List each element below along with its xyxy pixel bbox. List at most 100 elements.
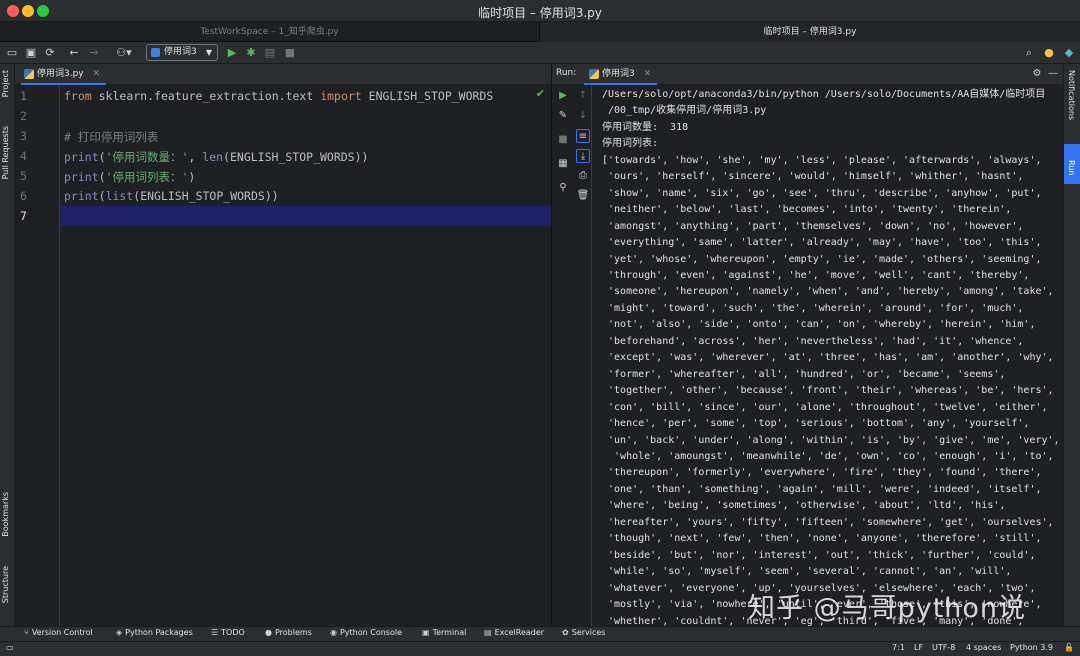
console-line: 'thereupon', 'formerly', 'everywhere', '… (602, 467, 1042, 479)
lock-icon[interactable]: 🔓 (1064, 643, 1074, 652)
wrench-icon[interactable]: ✎ (556, 109, 570, 123)
python-interpreter[interactable]: Python 3.9 (1010, 643, 1053, 652)
console-line: 停用词列表: (602, 138, 659, 150)
run-icon[interactable]: ▶ (224, 45, 240, 61)
console-line: 'con', 'bill', 'since', 'our', 'alone', … (602, 401, 1048, 413)
status-bar: ▭ 7:1 LF UTF-8 4 spaces Python 3.9 🔓 (0, 641, 1080, 656)
back-arrow-icon[interactable]: ← (66, 45, 82, 61)
open-folder-icon[interactable]: ▭ (4, 45, 20, 61)
notifications-tool-button[interactable]: Notifications (1067, 70, 1076, 120)
trash-icon[interactable]: 🗑 (576, 189, 590, 203)
avatar-icon[interactable]: ● (1041, 45, 1057, 61)
left-tool-strip: Project Pull Requests Bookmarks Structur… (0, 64, 15, 626)
python-console-tool[interactable]: ◉ Python Console (330, 628, 402, 637)
services-tool[interactable]: ✿ Services (562, 628, 605, 637)
run-tool-column: ▶ ↑ ✎ ↓ ■ ≡ ▦ ⤓ ⎙ ⚲ 🗑 (552, 85, 592, 626)
indent-setting[interactable]: 4 spaces (966, 643, 1001, 652)
right-tool-strip: Notifications Run (1063, 64, 1080, 626)
line-number: 2 (20, 109, 27, 123)
pin-icon[interactable]: ⚲ (556, 181, 570, 195)
rerun-icon[interactable]: ▶ (556, 89, 570, 103)
file-encoding[interactable]: UTF-8 (932, 643, 955, 652)
python-run-icon (589, 69, 599, 79)
python-file-icon (24, 69, 34, 79)
table-icon: ▤ (484, 628, 492, 637)
stop-run-icon[interactable]: ■ (556, 133, 570, 147)
line-separator[interactable]: LF (914, 643, 923, 652)
line-number-gutter: 1 2 3 4 5 6 7 (15, 85, 60, 626)
line-number: 6 (20, 189, 27, 203)
code-line-print-label: print('停用词列表：') (64, 170, 196, 184)
console-line: 'ours', 'herself', 'sincere', 'would', '… (602, 171, 1024, 183)
code-line-comment: # 打印停用词列表 (64, 130, 159, 144)
console-line: 'former', 'whereafter', 'all', 'hundred'… (602, 368, 1006, 380)
close-run-tab-icon[interactable]: ✕ (644, 69, 652, 79)
chevron-down-icon: ▼ (205, 48, 212, 57)
print-icon[interactable]: ⎙ (576, 169, 590, 183)
inspection-ok-icon[interactable]: ✔ (536, 87, 545, 100)
workspace-tab-current[interactable]: 临时项目 – 停用词3.py (540, 22, 1080, 42)
console-output[interactable]: /Users/solo/opt/anaconda3/bin/python /Us… (594, 85, 1064, 626)
gear-icon[interactable]: ⚙ (1030, 67, 1044, 81)
warning-icon: ● (265, 628, 272, 637)
console-line: 'beside', 'but', 'nor', 'interest', 'out… (602, 549, 1036, 561)
console-line: 'while', 'so', 'myself', 'seem', 'severa… (602, 566, 1012, 578)
window-titlebar: 临时项目 – 停用词3.py (0, 0, 1080, 22)
terminal-tool[interactable]: ▣ Terminal (422, 628, 466, 637)
minimize-panel-icon[interactable]: — (1046, 67, 1060, 81)
console-line: 'amongst', 'anything', 'part', 'themselv… (602, 220, 1024, 232)
run-tool-button[interactable]: Run (1067, 160, 1076, 175)
run-configuration-select[interactable]: 停用词3 ▼ (146, 44, 218, 61)
line-number: 1 (20, 89, 27, 103)
run-tool-window: Run: 停用词3 ✕ ⚙ — ▶ ↑ ✎ ↓ ■ ≡ ▦ ⤓ ⎙ ⚲ 🗑 /U… (551, 64, 1064, 626)
python-config-icon (151, 48, 160, 57)
console-line: 'beforehand', 'across', 'her', 'neverthe… (602, 335, 1024, 347)
workspace-tab-testworkspace[interactable]: TestWorkSpace – 1_知乎爬虫.py (0, 22, 540, 42)
console-line: /00_tmp/收集停用词/停用词3.py (602, 105, 767, 117)
editor-tab-stopwords3[interactable]: 停用词3.py ✕ (21, 64, 107, 85)
code-text-area[interactable]: ✔ from sklearn.feature_extraction.text i… (60, 85, 551, 626)
vcs-user-icon[interactable]: ⚇▾ (112, 45, 136, 61)
bookmarks-tool-button[interactable]: Bookmarks (1, 492, 10, 537)
close-tab-icon[interactable]: ✕ (93, 69, 101, 79)
console-line: 'everything', 'same', 'latter', 'already… (602, 237, 1042, 249)
workspace-tabs: TestWorkSpace – 1_知乎爬虫.py 临时项目 – 停用词3.py (0, 22, 1080, 42)
down-arrow-icon[interactable]: ↓ (576, 109, 590, 123)
code-line-print-list: print(list(ENGLISH_STOP_WORDS)) (64, 189, 279, 203)
console-line: 'show', 'name', 'six', 'go', 'see', 'thr… (602, 187, 1042, 199)
pull-requests-tool-button[interactable]: Pull Requests (1, 126, 10, 179)
python-packages-tool[interactable]: ◈ Python Packages (116, 628, 193, 637)
console-line: ['towards', 'how', 'she', 'my', 'less', … (602, 154, 1042, 166)
toggle-tool-windows-icon[interactable]: ▭ (6, 643, 14, 652)
soft-wrap-icon[interactable]: ≡ (576, 129, 590, 143)
coverage-icon[interactable]: ▤ (262, 45, 278, 61)
problems-tool[interactable]: ● Problems (265, 628, 312, 637)
search-icon[interactable]: ⌕ (1021, 45, 1037, 61)
main-toolbar: ▭ ▣ ⟳ ← → ⚇▾ 停用词3 ▼ ▶ ✱ ▤ ■ ⌕ ● ◆ (0, 42, 1080, 64)
stop-icon[interactable]: ■ (282, 45, 298, 61)
forward-arrow-icon[interactable]: → (86, 45, 102, 61)
version-control-tool[interactable]: ⑂ Version Control (24, 628, 93, 637)
run-tab-stopwords3[interactable]: 停用词3 ✕ (584, 64, 658, 85)
console-line: 'not', 'also', 'side', 'onto', 'can', 'o… (602, 319, 1036, 331)
console-line: 'yet', 'whose', 'whereupon', 'empty', 'i… (602, 253, 1042, 265)
structure-tool-button[interactable]: Structure (1, 566, 10, 603)
excelreader-tool[interactable]: ▤ ExcelReader (484, 628, 544, 637)
up-arrow-icon[interactable]: ↑ (576, 89, 590, 103)
services-icon: ✿ (562, 628, 569, 637)
code-line-print-count: print('停用词数量：', len(ENGLISH_STOP_WORDS)) (64, 150, 369, 164)
console-line: 'whole', 'amoungst', 'meanwhile', 'de', … (602, 450, 1054, 462)
project-tool-button[interactable]: Project (1, 70, 10, 97)
console-line: 'someone', 'hereupon', 'namely', 'when',… (602, 286, 1054, 298)
layout-icon[interactable]: ▦ (556, 157, 570, 171)
debug-bug-icon[interactable]: ✱ (243, 45, 259, 61)
scroll-to-end-icon[interactable]: ⤓ (576, 149, 590, 163)
sync-icon[interactable]: ⟳ (42, 45, 58, 61)
bottom-tool-bar: ⑂ Version Control ◈ Python Packages ☰ TODO … (0, 626, 1080, 641)
save-icon[interactable]: ▣ (23, 45, 39, 61)
caret-position[interactable]: 7:1 (892, 643, 905, 652)
todo-tool[interactable]: ☰ TODO (211, 628, 245, 637)
console-line: 'except', 'was', 'wherever', 'at', 'thre… (602, 352, 1054, 364)
code-editor: 停用词3.py ✕ 1 2 3 4 5 6 7 ✔ from sklearn.f… (15, 64, 551, 626)
plugin-logo-icon[interactable]: ◆ (1061, 45, 1077, 61)
